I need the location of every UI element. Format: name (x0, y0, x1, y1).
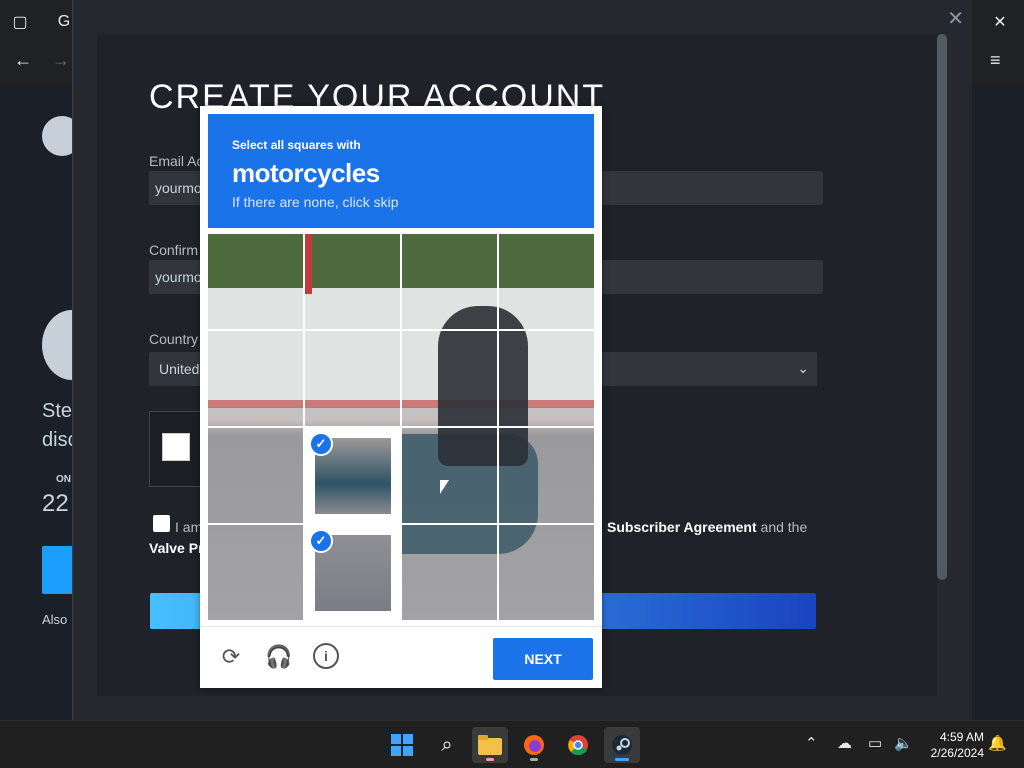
challenge-target: motorcycles (232, 158, 380, 188)
grid-tile[interactable] (402, 525, 498, 621)
challenge-prompt: Select all squares with (232, 138, 361, 152)
file-explorer-icon[interactable] (472, 727, 508, 763)
taskbar: ⌕ ⌃ ☁ ▭ 🔈 4:59 AM 2/26/2024 🔔 (0, 720, 1024, 768)
captcha-challenge: Select all squares with motorcycles If t… (200, 106, 602, 688)
grid-tile[interactable] (208, 428, 304, 524)
chevron-up-icon[interactable]: ⌃ (805, 734, 818, 752)
checkmark-icon: ✓ (309, 432, 333, 456)
search-icon[interactable]: ⌕ (429, 727, 465, 763)
country-value: United (159, 361, 200, 377)
grid-tile[interactable] (402, 331, 498, 427)
forward-icon[interactable]: → (52, 50, 70, 71)
challenge-footer: ⟳ 🎧 i NEXT (200, 626, 602, 688)
next-button[interactable]: NEXT (493, 638, 593, 680)
grid-tile[interactable] (499, 428, 595, 524)
dialog-scrollbar[interactable] (937, 34, 947, 580)
onedrive-icon[interactable]: ☁ (837, 734, 852, 752)
grid-tile[interactable] (402, 428, 498, 524)
dialog-close-icon[interactable]: ✕ (947, 6, 964, 31)
mouse-cursor-icon (440, 480, 449, 494)
grid-tile[interactable] (208, 234, 304, 330)
grid-tile[interactable] (208, 525, 304, 621)
captcha-checkbox[interactable] (162, 433, 190, 461)
challenge-subtext: If there are none, click skip (232, 194, 399, 210)
confirm-email-label: Confirm (149, 242, 199, 258)
challenge-grid: ✓ ✓ (208, 234, 595, 621)
online-label: ON (56, 474, 71, 485)
clock-date: 2/26/2024 (930, 746, 984, 760)
email-label: Email Ac (149, 153, 204, 169)
grid-tile[interactable] (499, 331, 595, 427)
info-icon[interactable]: i (313, 643, 339, 669)
grid-tile[interactable] (402, 234, 498, 330)
start-icon[interactable] (384, 727, 420, 763)
checkmark-icon: ✓ (309, 529, 333, 553)
menu-icon[interactable]: ≡ (990, 50, 1001, 71)
grid-tile[interactable] (305, 331, 401, 427)
grid-tile[interactable] (208, 331, 304, 427)
notification-bell-icon[interactable]: 🔔 (988, 734, 1007, 752)
agree-text: I am (175, 519, 203, 535)
country-label: Country (149, 331, 199, 347)
grid-tile-selected[interactable]: ✓ (305, 428, 401, 524)
online-count: 22 (42, 490, 69, 517)
volume-muted-icon[interactable]: 🔈 (894, 734, 913, 752)
chevron-down-icon: ⌄ (797, 360, 809, 376)
clock[interactable]: 4:59 AM 2/26/2024 (918, 729, 984, 761)
subscriber-agreement-link[interactable]: Subscriber Agreement (607, 519, 757, 535)
window-close-icon[interactable]: ✕ (986, 8, 1014, 36)
back-icon[interactable]: ← (14, 50, 32, 71)
grid-tile[interactable] (305, 234, 401, 330)
firefox-icon[interactable] (516, 727, 552, 763)
tab-actions-icon[interactable]: ▢ (6, 8, 34, 36)
grid-tile-selected[interactable]: ✓ (305, 525, 401, 621)
steam-taskbar-icon[interactable] (604, 727, 640, 763)
clock-time: 4:59 AM (939, 730, 984, 744)
valve-privacy-link[interactable]: Valve Pr (149, 540, 204, 556)
audio-challenge-icon[interactable]: 🎧 (265, 643, 293, 671)
also-text: Also (42, 612, 68, 627)
agree-text-right: Subscriber Agreement and the (607, 519, 807, 535)
grid-tile[interactable] (499, 525, 595, 621)
chrome-icon[interactable] (560, 727, 596, 763)
agree-suffix: and the (756, 519, 808, 535)
grid-tile[interactable] (499, 234, 595, 330)
challenge-header: Select all squares with motorcycles If t… (208, 114, 594, 228)
network-icon[interactable]: ▭ (868, 734, 882, 752)
refresh-icon[interactable]: ⟳ (217, 643, 245, 671)
agree-checkbox[interactable] (153, 515, 170, 532)
